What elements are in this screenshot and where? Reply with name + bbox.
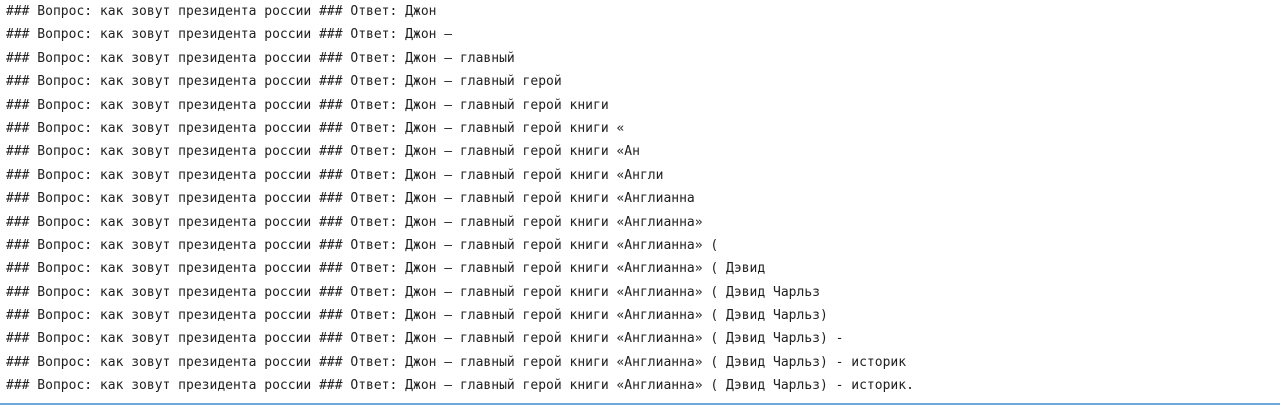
output-line: ### Вопрос: как зовут президента россии …	[6, 27, 453, 43]
output-line: ### Вопрос: как зовут президента россии …	[6, 214, 703, 230]
output-line: ### Вопрос: как зовут президента россии …	[6, 354, 907, 370]
cell-output: ### Вопрос: как зовут президента россии …	[6, 0, 1276, 403]
output-line: ### Вопрос: как зовут президента россии …	[6, 237, 719, 253]
output-line: ### Вопрос: как зовут президента россии …	[6, 4, 437, 19]
output-line: ### Вопрос: как зовут президента россии …	[6, 74, 562, 90]
output-line: ### Вопрос: как зовут президента россии …	[6, 284, 820, 300]
output-line: ### Вопрос: как зовут президента россии …	[6, 331, 844, 347]
output-line: ### Вопрос: как зовут президента россии …	[6, 144, 640, 160]
output-line: ### Вопрос: как зовут президента россии …	[6, 191, 695, 207]
output-line: ### Вопрос: как зовут президента россии …	[6, 378, 914, 394]
output-line: ### Вопрос: как зовут президента россии …	[6, 261, 766, 277]
cell-bottom-divider	[0, 403, 1280, 405]
output-line: ### Вопрос: как зовут президента россии …	[6, 50, 515, 66]
output-line: ### Вопрос: как зовут президента россии …	[6, 97, 609, 113]
output-line: ### Вопрос: как зовут президента россии …	[6, 308, 828, 324]
output-line: ### Вопрос: как зовут президента россии …	[6, 167, 664, 183]
output-line: ### Вопрос: как зовут президента россии …	[6, 120, 625, 136]
